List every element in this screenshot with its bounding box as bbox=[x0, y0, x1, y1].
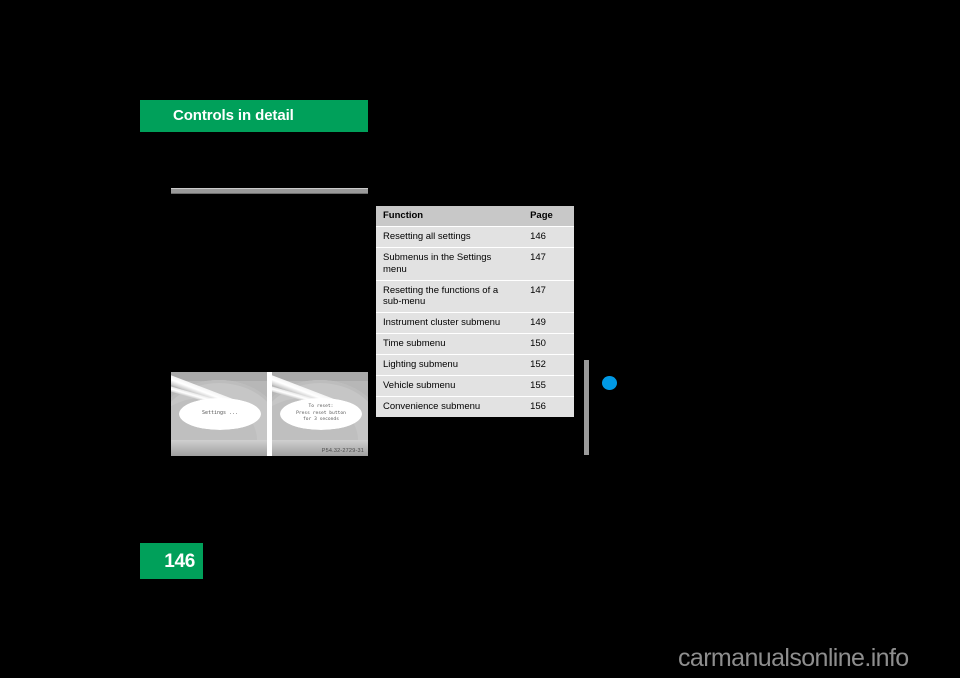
cell-function: Instrument cluster submenu bbox=[376, 312, 524, 335]
cell-page: 156 bbox=[523, 396, 574, 417]
column-divider-rule bbox=[171, 188, 368, 194]
cluster-display-text: To reset: Press reset button for 3 secon… bbox=[296, 404, 346, 423]
manual-page: Controls in detail Function Page Resetti… bbox=[0, 0, 960, 678]
table-row[interactable]: Submenus in the Settings menu 147 bbox=[376, 247, 574, 281]
margin-locator-dot-icon bbox=[602, 376, 617, 390]
cell-function: Convenience submenu bbox=[376, 396, 524, 417]
table-row[interactable]: Resetting all settings 146 bbox=[376, 226, 574, 248]
cell-function: Time submenu bbox=[376, 333, 524, 355]
function-page-reference-table: Function Page Resetting all settings 146… bbox=[376, 206, 574, 417]
cell-page: 149 bbox=[523, 312, 574, 335]
table-row[interactable]: Vehicle submenu 155 bbox=[376, 375, 574, 397]
page-number: 146 bbox=[164, 551, 195, 572]
cluster-display-lens: To reset: Press reset button for 3 secon… bbox=[280, 398, 362, 430]
cell-function: Lighting submenu bbox=[376, 354, 524, 376]
table-row[interactable]: Time submenu 150 bbox=[376, 333, 574, 355]
table-header-row: Function Page bbox=[376, 206, 574, 227]
cell-function: Submenus in the Settings menu bbox=[376, 247, 524, 281]
table-row[interactable]: Lighting submenu 152 bbox=[376, 354, 574, 376]
page-number-badge: 146 bbox=[140, 543, 203, 579]
cell-page: 147 bbox=[523, 280, 574, 314]
cell-function: Resetting all settings bbox=[376, 226, 524, 248]
cluster-photo-left: Settings ... bbox=[171, 372, 267, 456]
cell-page: 152 bbox=[523, 354, 574, 376]
column-header-function: Function bbox=[376, 206, 524, 227]
chapter-header-banner: Controls in detail bbox=[140, 100, 368, 132]
table-row[interactable]: Instrument cluster submenu 149 bbox=[376, 312, 574, 335]
cell-function: Resetting the functions of a sub-menu bbox=[376, 280, 524, 314]
cell-page: 146 bbox=[523, 226, 574, 248]
table-row[interactable]: Convenience submenu 156 bbox=[376, 396, 574, 417]
chapter-title: Controls in detail bbox=[173, 107, 294, 124]
cell-page: 155 bbox=[523, 375, 574, 397]
margin-tab-bar bbox=[584, 360, 589, 455]
panel-bottom-shade bbox=[171, 440, 267, 456]
column-header-page: Page bbox=[523, 206, 574, 227]
cluster-display-text: Settings ... bbox=[201, 410, 239, 417]
cell-function: Vehicle submenu bbox=[376, 375, 524, 397]
cluster-photo-right: To reset: Press reset button for 3 secon… bbox=[272, 372, 368, 456]
cluster-display-lens: Settings ... bbox=[179, 398, 261, 430]
table-row[interactable]: Resetting the functions of a sub-menu 14… bbox=[376, 280, 574, 314]
instrument-cluster-figure: Settings ... To reset: Press reset butto… bbox=[171, 372, 368, 456]
cell-page: 147 bbox=[523, 247, 574, 281]
cell-page: 150 bbox=[523, 333, 574, 355]
site-watermark: carmanualsonline.info bbox=[678, 644, 909, 672]
figure-reference-caption: P54.32-2729-31 bbox=[321, 448, 364, 454]
